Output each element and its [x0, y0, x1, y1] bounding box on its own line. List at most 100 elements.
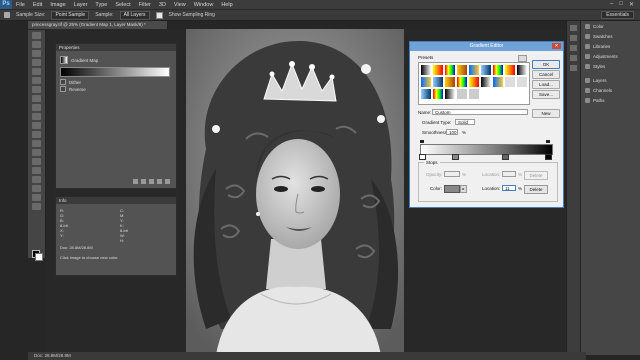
color-label: Color: — [430, 186, 443, 191]
healing-tool-icon[interactable] — [32, 86, 41, 93]
color-location-input[interactable]: 11 — [502, 185, 516, 191]
menu-layer[interactable]: Layer — [70, 2, 92, 8]
eyedropper-icon[interactable] — [4, 12, 10, 18]
brush-presets-icon[interactable] — [570, 45, 577, 51]
pen-tool-icon[interactable] — [32, 158, 41, 165]
cancel-button[interactable]: Cancel — [532, 70, 560, 79]
new-button[interactable]: New — [532, 109, 560, 118]
dock-item-layers[interactable]: Layers — [581, 75, 640, 85]
gradient-bar[interactable] — [420, 144, 553, 155]
move-tool-icon[interactable] — [32, 32, 41, 39]
menu-file[interactable]: File — [12, 2, 29, 8]
lasso-tool-icon[interactable] — [32, 50, 41, 57]
dock-item-color[interactable]: Color — [581, 21, 640, 31]
opacity-input[interactable] — [444, 171, 460, 177]
opacity-location-label: Location: — [482, 172, 501, 177]
type-tool-icon[interactable] — [32, 167, 41, 174]
eraser-tool-icon[interactable] — [32, 122, 41, 129]
gradient-map-preview[interactable] — [60, 67, 170, 77]
save-button[interactable]: Save... — [532, 90, 560, 99]
reset-icon[interactable] — [149, 179, 154, 184]
visibility-icon[interactable] — [157, 179, 162, 184]
menu-view[interactable]: View — [170, 2, 190, 8]
shape-tool-icon[interactable] — [32, 185, 41, 192]
color-stop-selected[interactable] — [452, 154, 459, 160]
menu-3d[interactable]: 3D — [155, 2, 170, 8]
gradient-type-label: Gradient Type: — [422, 120, 452, 125]
dock-item-channels[interactable]: Channels — [581, 85, 640, 95]
info-panel-title: Info — [56, 197, 176, 204]
color-delete-button[interactable]: Delete — [524, 185, 548, 194]
opacity-label: Opacity: — [426, 172, 443, 177]
quick-select-tool-icon[interactable] — [32, 59, 41, 66]
background-color-swatch[interactable] — [35, 253, 43, 261]
reverse-checkbox[interactable] — [60, 86, 66, 92]
smoothness-input[interactable]: 100 — [446, 129, 458, 135]
name-input[interactable]: Custom — [432, 109, 528, 115]
stop-color-swatch[interactable] — [444, 185, 460, 193]
gradient-editor-dialog: Gradient Editor ✕ Presets OK Cancel Load… — [409, 41, 564, 208]
dialog-close-icon[interactable]: ✕ — [552, 43, 561, 49]
opacity-location-input[interactable] — [502, 171, 516, 177]
maximize-icon[interactable]: □ — [619, 1, 623, 8]
brush-tool-icon[interactable] — [32, 95, 41, 102]
document-image[interactable] — [186, 29, 404, 355]
show-ring-checkbox[interactable] — [155, 11, 163, 19]
menu-edit[interactable]: Edit — [29, 2, 46, 8]
trash-icon[interactable] — [165, 179, 170, 184]
reverse-row: Reverse — [60, 86, 86, 92]
adjustments-panel-icon — [585, 53, 590, 59]
dock-item-swatches[interactable]: Swatches — [581, 31, 640, 41]
actions-icon[interactable] — [570, 35, 577, 41]
menu-select[interactable]: Select — [111, 2, 134, 8]
history-icon[interactable] — [570, 25, 577, 31]
ok-button[interactable]: OK — [532, 60, 560, 69]
presets-menu-gear-icon[interactable] — [518, 55, 527, 62]
menu-filter[interactable]: Filter — [135, 2, 155, 8]
opacity-stop-left[interactable] — [420, 140, 424, 143]
menu-help[interactable]: Help — [217, 2, 236, 8]
close-icon[interactable]: ✕ — [629, 1, 634, 8]
channels-panel-icon — [585, 87, 590, 93]
character-icon[interactable] — [570, 55, 577, 61]
minimize-icon[interactable]: – — [610, 1, 613, 8]
hand-tool-icon[interactable] — [32, 194, 41, 201]
clip-to-layer-icon[interactable] — [133, 179, 138, 184]
options-bar: Sample Size: Point Sample Sample: All La… — [0, 10, 640, 21]
sample-select[interactable]: All Layers — [119, 10, 150, 20]
smoothness-label: Smoothness: — [422, 130, 449, 135]
path-select-tool-icon[interactable] — [32, 176, 41, 183]
marquee-tool-icon[interactable] — [32, 41, 41, 48]
crop-tool-icon[interactable] — [32, 68, 41, 75]
clone-stamp-tool-icon[interactable] — [32, 104, 41, 111]
dock-item-adjustments[interactable]: Adjustments — [581, 51, 640, 61]
color-stop-mid[interactable] — [502, 154, 509, 160]
paragraph-icon[interactable] — [570, 65, 577, 71]
document-tab[interactable]: princessgray.tif @ 25% (Gradient Map 1, … — [28, 21, 168, 29]
dodge-tool-icon[interactable] — [32, 149, 41, 156]
history-brush-tool-icon[interactable] — [32, 113, 41, 120]
eyedropper-tool-icon[interactable] — [32, 77, 41, 84]
workspace-select[interactable]: Essentials — [601, 11, 634, 19]
blur-tool-icon[interactable] — [32, 140, 41, 147]
gradient-tool-icon[interactable] — [32, 131, 41, 138]
zoom-tool-icon[interactable] — [32, 203, 41, 210]
dither-checkbox[interactable] — [60, 79, 66, 85]
opacity-delete-button[interactable]: Delete — [524, 171, 548, 180]
gradient-type-select[interactable]: Solid — [455, 119, 475, 125]
load-button[interactable]: Load... — [532, 80, 560, 89]
view-previous-icon[interactable] — [141, 179, 146, 184]
dock-item-styles[interactable]: Styles — [581, 61, 640, 71]
menu-type[interactable]: Type — [91, 2, 111, 8]
status-bar: Doc: 28.8M/28.8M — [28, 352, 586, 360]
sample-size-select[interactable]: Point Sample — [51, 10, 90, 20]
color-menu-arrow-icon[interactable]: ▸ — [460, 185, 467, 193]
menu-image[interactable]: Image — [46, 2, 69, 8]
presets-grid[interactable] — [418, 62, 530, 105]
menu-window[interactable]: Window — [190, 2, 218, 8]
color-stop-right[interactable] — [545, 154, 552, 160]
dock-item-libraries[interactable]: Libraries — [581, 41, 640, 51]
info-rgb-block: R: G: B: 8-bit X: Y: — [60, 208, 68, 238]
dock-item-paths[interactable]: Paths — [581, 95, 640, 105]
opacity-stop-right[interactable] — [546, 140, 550, 143]
